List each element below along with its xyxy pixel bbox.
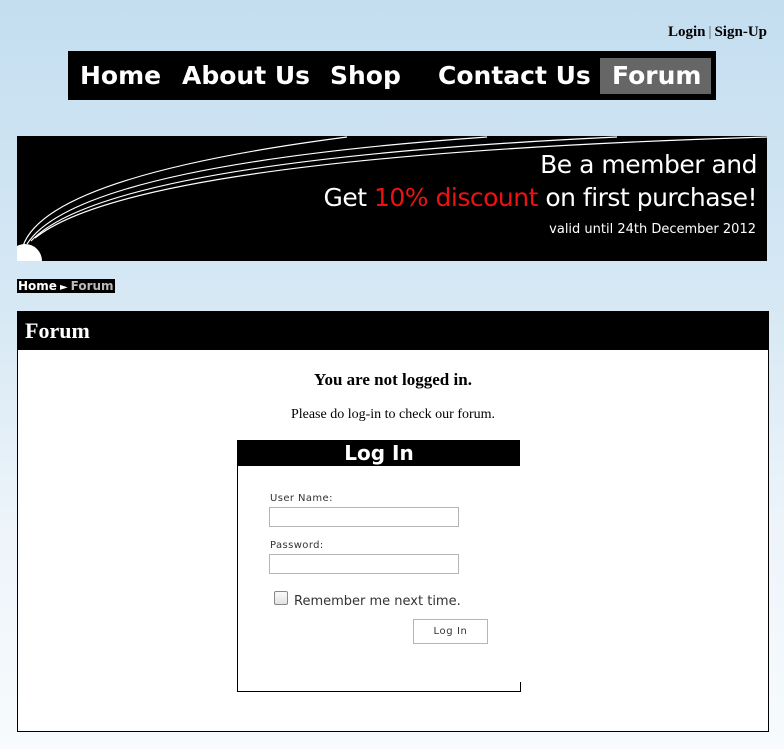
username-label: User Name:	[270, 493, 333, 504]
breadcrumb-home[interactable]: Home	[18, 279, 57, 293]
username-input[interactable]	[269, 507, 459, 527]
login-button[interactable]: Log In	[413, 619, 488, 644]
breadcrumb-arrow-icon: ►	[59, 282, 68, 293]
password-label: Password:	[270, 540, 324, 551]
nav-item-about-us[interactable]: About Us	[182, 58, 310, 94]
login-box-corner	[520, 682, 521, 692]
nav-item-contact-us[interactable]: Contact Us	[438, 58, 591, 94]
account-links-separator: |	[708, 24, 712, 40]
signup-link[interactable]: Sign-Up	[714, 24, 767, 40]
login-prompt-text: Please do log-in to check our forum.	[290, 407, 496, 422]
promo-banner[interactable]: Be a member and Get 10% discount on firs…	[17, 136, 767, 261]
login-form: Log In User Name: Password: Remember me …	[237, 440, 521, 692]
breadcrumb: Home ► Forum	[17, 279, 115, 293]
not-logged-in-heading: You are not logged in.	[314, 370, 472, 389]
banner-offer-highlight: 10% discount	[373, 183, 538, 212]
page-title: Forum	[18, 312, 768, 350]
nav-item-home[interactable]: Home	[80, 58, 161, 94]
banner-validity: valid until 24th December 2012	[549, 222, 756, 237]
login-form-title: Log In	[238, 440, 520, 466]
remember-me-label[interactable]: Remember me next time.	[294, 594, 461, 609]
main-nav: Home About Us Shop Contact Us Forum	[68, 51, 716, 100]
remember-me-checkbox[interactable]	[274, 591, 288, 605]
nav-item-shop[interactable]: Shop	[330, 58, 401, 94]
banner-offer-suffix: on first purchase!	[537, 183, 757, 212]
banner-headline: Be a member and	[540, 150, 757, 179]
account-links: Login | Sign-Up	[668, 24, 767, 41]
nav-item-forum[interactable]: Forum	[600, 58, 712, 94]
banner-offer-prefix: Get	[323, 183, 374, 212]
password-input[interactable]	[269, 554, 459, 574]
login-link[interactable]: Login	[668, 24, 706, 40]
breadcrumb-current: Forum	[70, 279, 114, 293]
banner-offer: Get 10% discount on first purchase!	[323, 183, 757, 212]
